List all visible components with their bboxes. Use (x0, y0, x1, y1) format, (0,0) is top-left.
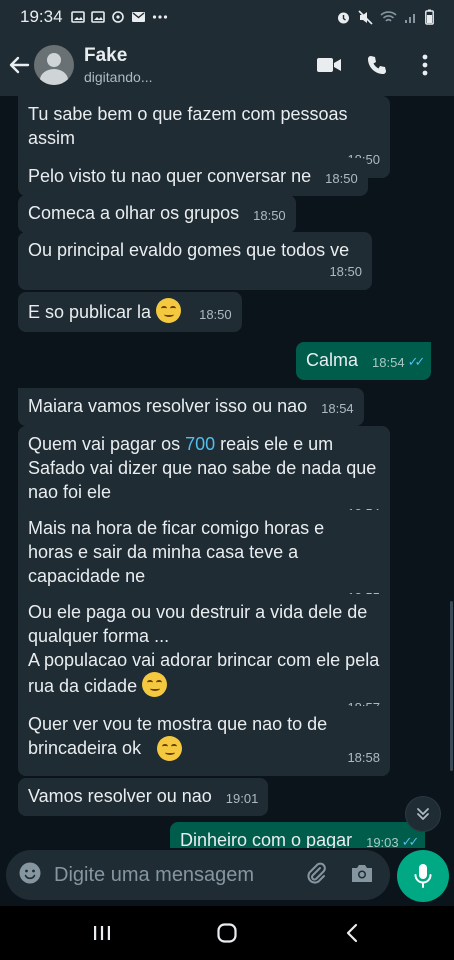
message-time: 18:50 (199, 307, 232, 322)
avatar[interactable] (34, 45, 74, 85)
message-bubble-incoming[interactable]: E so publicar la 18:50 (18, 292, 242, 332)
header-actions (316, 52, 444, 78)
message-text: Pelo visto tu nao quer conversar ne (28, 166, 312, 186)
message-bubble-incoming[interactable]: Maiara vamos resolver isso ou nao 18:54 (18, 388, 364, 426)
recent-apps-icon[interactable] (87, 918, 117, 948)
message-text: A populacao vai adorar brincar com ele p… (28, 650, 380, 696)
back-arrow-icon[interactable] (6, 52, 32, 78)
gallery-icon (90, 11, 105, 23)
more-dots-icon (152, 15, 167, 19)
message-text: E so publicar la (28, 302, 152, 322)
message-bubble-outgoing[interactable]: Calma 18:54 ✓✓ (296, 342, 432, 380)
double-chevron-down-icon (417, 808, 429, 820)
emoji-icon[interactable] (18, 861, 42, 890)
gallery-icon (70, 11, 85, 23)
message-time: 18:54 (321, 401, 354, 416)
composer-bar: Digite uma mensagem (0, 848, 454, 906)
message-text: Vamos resolver ou nao (28, 786, 212, 806)
scroll-to-bottom-button[interactable] (405, 796, 441, 832)
scrollbar-thumb[interactable] (450, 601, 453, 771)
message-bubble-incoming[interactable]: Quer ver vou te mostra que nao to de bri… (18, 706, 390, 776)
message-text: Ou ele paga ou vou destruir a vida dele … (28, 602, 368, 646)
read-ticks-icon: ✓✓ (407, 354, 426, 369)
read-ticks-icon: ✓✓ (401, 834, 420, 848)
message-input-container[interactable]: Digite uma mensagem (6, 850, 390, 900)
more-options-icon[interactable] (412, 52, 438, 78)
mic-button[interactable] (397, 850, 449, 902)
chat-header: Fake digitando... (0, 34, 454, 96)
message-text: Comeca a olhar os grupos (28, 203, 240, 223)
message-text: Tu sabe bem o que fazem com pessoas assi… (28, 104, 348, 148)
camera-icon[interactable] (350, 862, 374, 889)
message-time: 19:03 (366, 835, 399, 848)
system-nav-bar (0, 906, 454, 960)
voice-call-icon[interactable] (364, 52, 390, 78)
message-time: 19:01 (225, 791, 259, 806)
mail-icon (131, 12, 145, 22)
status-time: 19:34 (20, 7, 63, 26)
relieved-face-emoji (142, 672, 168, 697)
message-text: Mais na hora de ficar comigo horas e hor… (28, 518, 325, 586)
message-bubble-outgoing[interactable]: Dinheiro com o pagar 19:03 ✓✓ (170, 822, 426, 848)
message-time: 18:54 (372, 355, 405, 370)
battery-icon (425, 9, 434, 25)
alarm-icon (338, 12, 349, 23)
message-bubble-incoming[interactable]: Vamos resolver ou nao 19:01 (18, 778, 269, 816)
nav-back-icon[interactable] (337, 918, 367, 948)
video-call-icon[interactable] (316, 52, 342, 78)
attach-icon[interactable] (304, 861, 328, 890)
mic-icon (414, 864, 432, 888)
message-time: 18:50 (253, 208, 286, 223)
message-bubble-incoming[interactable]: Pelo visto tu nao quer conversar ne 18:50 (18, 158, 368, 196)
status-bar: 19:34 (0, 0, 454, 34)
message-text: Ou principal evaldo gomes que todos ve (28, 240, 350, 260)
relieved-face-emoji (156, 298, 182, 323)
message-text: Quem vai pagar os 700 reais ele e um Saf… (28, 434, 377, 502)
status-icons-right (336, 9, 434, 25)
sync-icon (111, 11, 124, 23)
mute-icon (358, 9, 373, 25)
message-bubble-incoming[interactable]: Comeca a olhar os grupos 18:50 (18, 195, 296, 233)
status-icons-left (70, 10, 168, 24)
relieved-face-emoji (157, 736, 182, 761)
contact-status: digitando... (84, 69, 153, 85)
message-text: Dinheiro com o pagar (180, 830, 353, 848)
contact-info[interactable]: Fake digitando... (84, 45, 153, 85)
message-time: 18:50 (325, 171, 358, 186)
wifi-icon (380, 11, 397, 22)
contact-name: Fake (84, 45, 128, 66)
signal-icon (405, 14, 415, 23)
message-time: 18:50 (329, 264, 362, 279)
message-text: Maiara vamos resolver isso ou nao (28, 396, 308, 416)
message-bubble-incoming[interactable]: Ou principal evaldo gomes que todos ve 1… (18, 232, 372, 290)
message-text: Calma (306, 350, 359, 370)
home-icon[interactable] (212, 918, 242, 948)
message-input[interactable]: Digite uma mensagem (54, 864, 304, 887)
highlighted-number[interactable]: 700 (185, 434, 215, 454)
chat-area[interactable]: Tu sabe bem o que fazem com pessoas assi… (0, 96, 454, 848)
